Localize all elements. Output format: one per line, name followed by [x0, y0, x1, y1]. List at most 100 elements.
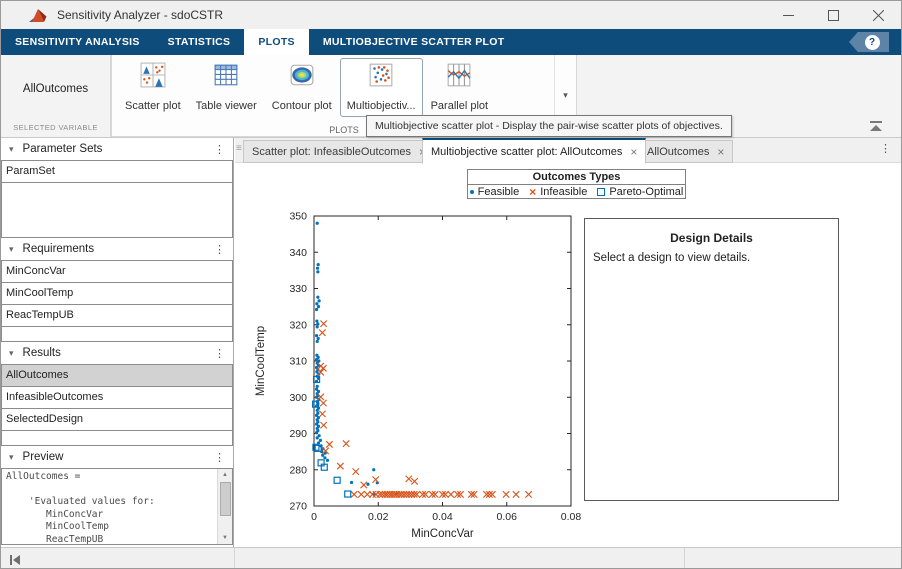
parallel-plot-button[interactable]: Parallel plot [424, 58, 495, 117]
section-title: Requirements [23, 243, 95, 255]
selected-variable-label: SELECTED VARIABLE [1, 123, 110, 132]
section-header-preview[interactable]: ▾ Preview ⋮ [1, 446, 233, 468]
svg-text:290: 290 [289, 428, 307, 440]
list-item-alloutcomes[interactable]: AllOutcomes [2, 365, 232, 387]
chevron-down-icon[interactable]: ▾ [9, 348, 14, 359]
pareto-marker-icon [597, 188, 605, 196]
status-divider [684, 548, 685, 569]
svg-text:270: 270 [289, 501, 307, 513]
selected-variable-box: AllOutcomes SELECTED VARIABLE [1, 55, 111, 137]
section-title: Parameter Sets [23, 143, 103, 155]
doc-tab-alloutcomes[interactable]: AllOutcomes × [638, 140, 733, 163]
close-button[interactable] [856, 1, 901, 29]
doc-tab-multiobjective-alloutcomes[interactable]: Multiobjective scatter plot: AllOutcomes… [422, 138, 646, 164]
title-bar: Sensitivity Analyzer - sdoCSTR [1, 1, 901, 29]
list-item-mincooltemp[interactable]: MinCoolTemp [2, 283, 232, 305]
table-viewer-button[interactable]: Table viewer [189, 58, 264, 117]
chevron-down-icon[interactable]: ▾ [9, 144, 14, 155]
section-header-requirements[interactable]: ▾ Requirements ⋮ [1, 238, 233, 260]
selected-variable-value[interactable]: AllOutcomes [1, 83, 110, 95]
close-tab-icon[interactable]: × [630, 145, 637, 159]
section-menu-icon[interactable]: ⋮ [214, 451, 225, 464]
legend-entry-infeasible: × Infeasible [529, 186, 587, 198]
window-controls [766, 1, 901, 29]
table-viewer-icon [213, 62, 239, 93]
preview-scrollbar[interactable]: ▲ ▼ [217, 469, 232, 544]
scatter-plot-icon [140, 62, 166, 93]
list-item-infeasibleoutcomes[interactable]: InfeasibleOutcomes [2, 387, 232, 409]
legend: Outcomes Types Feasible × Infeasible Par… [467, 169, 686, 199]
multiobjective-scatter-plot-button[interactable]: Multiobjectiv... [340, 58, 423, 117]
list-item-selecteddesign[interactable]: SelectedDesign [2, 409, 232, 431]
tab-bar-menu-icon[interactable]: ⋮ [880, 142, 891, 155]
list-item-minconcvar[interactable]: MinConcVar [2, 261, 232, 283]
contour-plot-button[interactable]: Contour plot [265, 58, 339, 117]
parallel-plot-icon [446, 62, 472, 93]
legend-label: Infeasible [540, 186, 587, 198]
design-details-title: Design Details [585, 231, 838, 245]
ribbon-tab-bar: SENSITIVITY ANALYSIS STATISTICS PLOTS MU… [1, 29, 901, 55]
svg-text:350: 350 [289, 211, 307, 223]
status-divider [234, 548, 235, 569]
tab-multiobjective-scatter-plot[interactable]: MULTIOBJECTIVE SCATTER PLOT [309, 29, 519, 55]
parallel-plot-label: Parallel plot [431, 100, 488, 112]
tab-plots[interactable]: PLOTS [244, 29, 309, 55]
scatter-plot-button[interactable]: Scatter plot [118, 58, 188, 117]
svg-text:300: 300 [289, 392, 307, 404]
section-header-parameter-sets[interactable]: ▾ Parameter Sets ⋮ [1, 138, 233, 160]
tab-statistics[interactable]: STATISTICS [154, 29, 245, 55]
svg-text:0.04: 0.04 [432, 511, 453, 523]
svg-text:MinCoolTemp: MinCoolTemp [255, 326, 267, 396]
section-title: Results [23, 347, 61, 359]
scroll-down-icon[interactable]: ▼ [218, 535, 232, 541]
scroll-up-icon[interactable]: ▲ [218, 472, 232, 478]
scrollbar-thumb[interactable] [220, 482, 231, 516]
chevron-down-icon[interactable]: ▾ [9, 452, 14, 463]
parameter-sets-list: ParamSet [1, 160, 233, 238]
document-area: ≡ Scatter plot: InfeasibleOutcomes × Mul… [235, 138, 902, 547]
feasible-marker-icon [470, 190, 474, 194]
legend-entry-feasible: Feasible [470, 186, 520, 198]
svg-text:310: 310 [289, 356, 307, 368]
list-item-reactempub[interactable]: ReacTempUB [2, 305, 232, 327]
design-details-message: Select a design to view details. [593, 252, 830, 264]
help-icon: ? [865, 35, 880, 50]
results-list: AllOutcomes InfeasibleOutcomes SelectedD… [1, 364, 233, 446]
preview-panel: AllOutcomes = 'Evaluated values for: Min… [1, 468, 233, 545]
collapse-toolstrip-button[interactable] [868, 119, 884, 137]
close-tab-icon[interactable]: × [717, 145, 724, 159]
plot-buttons-row: Scatter plot Table viewer [112, 55, 576, 117]
doc-tab-scatter-infeasible[interactable]: Scatter plot: InfeasibleOutcomes × [243, 140, 435, 163]
legend-entry-pareto: Pareto-Optimal [597, 186, 683, 198]
doc-tab-label: Multiobjective scatter plot: AllOutcomes [431, 146, 622, 158]
infeasible-marker-icon: × [529, 187, 536, 197]
svg-text:340: 340 [289, 247, 307, 259]
svg-text:0.02: 0.02 [368, 511, 389, 523]
design-details-panel: Design Details Select a design to view d… [584, 218, 839, 501]
legend-label: Pareto-Optimal [609, 186, 683, 198]
maximize-button[interactable] [811, 1, 856, 29]
preview-text: AllOutcomes = 'Evaluated values for: Min… [6, 471, 228, 545]
section-menu-icon[interactable]: ⋮ [214, 143, 225, 156]
minimize-button[interactable] [766, 1, 811, 29]
section-menu-icon[interactable]: ⋮ [214, 347, 225, 360]
list-item-paramset[interactable]: ParamSet [2, 161, 232, 183]
legend-entries: Feasible × Infeasible Pareto-Optimal [468, 185, 685, 199]
section-menu-icon[interactable]: ⋮ [214, 243, 225, 256]
contour-plot-label: Contour plot [272, 100, 332, 112]
scatter-plot[interactable]: 00.020.040.060.0827028029030031032033034… [244, 199, 589, 544]
svg-text:0.06: 0.06 [497, 511, 518, 523]
svg-text:MinConcVar: MinConcVar [411, 528, 474, 540]
app-window: Sensitivity Analyzer - sdoCSTR SENSITIVI… [0, 0, 902, 569]
svg-text:0: 0 [311, 511, 317, 523]
collapse-panel-button[interactable] [9, 553, 21, 569]
contour-plot-icon [289, 62, 315, 93]
doc-tab-label: AllOutcomes [647, 146, 709, 158]
document-tab-bar: ≡ Scatter plot: InfeasibleOutcomes × Mul… [235, 138, 902, 163]
scatter-plot-label: Scatter plot [125, 100, 181, 112]
chevron-down-icon[interactable]: ▾ [9, 244, 14, 255]
section-header-results[interactable]: ▾ Results ⋮ [1, 342, 233, 364]
legend-label: Feasible [478, 186, 520, 198]
tab-sensitivity-analysis[interactable]: SENSITIVITY ANALYSIS [1, 29, 154, 55]
svg-text:330: 330 [289, 283, 307, 295]
